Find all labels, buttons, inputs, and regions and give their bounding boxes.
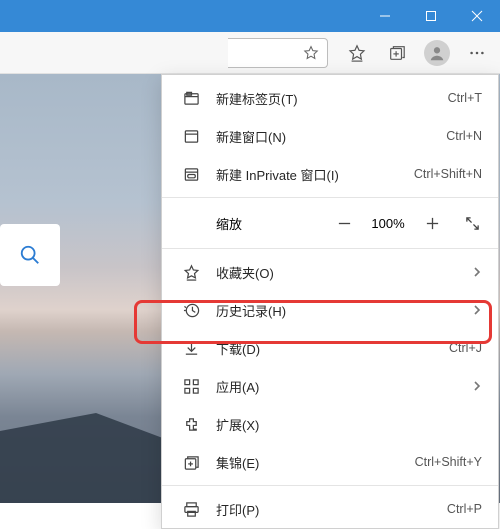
menu-label: 扩展(X) (216, 415, 482, 434)
zoom-out-button[interactable] (324, 204, 364, 242)
app-menu: 新建标签页(T) Ctrl+T 新建窗口(N) Ctrl+N 新建 InPriv… (161, 74, 499, 529)
menu-new-tab[interactable]: 新建标签页(T) Ctrl+T (162, 79, 498, 117)
window-minimize-button[interactable] (362, 0, 408, 32)
search-card[interactable] (0, 224, 60, 286)
chevron-right-icon (468, 265, 482, 280)
minimize-icon (379, 10, 391, 22)
menu-new-window[interactable]: 新建窗口(N) Ctrl+N (162, 117, 498, 155)
search-icon (19, 244, 41, 266)
menu-separator (162, 248, 498, 249)
menu-separator (162, 197, 498, 198)
plus-icon (425, 216, 440, 231)
window-maximize-button[interactable] (408, 0, 454, 32)
menu-label: 收藏夹(O) (216, 263, 468, 282)
menu-collections[interactable]: 集锦(E) Ctrl+Shift+Y (162, 443, 498, 481)
menu-zoom-row: 缩放 100% (162, 202, 498, 244)
browser-toolbar (0, 32, 500, 74)
download-icon (180, 340, 202, 357)
settings-more-button[interactable] (458, 36, 496, 70)
menu-label: 新建标签页(T) (216, 89, 448, 108)
print-icon (180, 501, 202, 518)
collections-icon (180, 454, 202, 471)
menu-separator (162, 485, 498, 486)
minus-icon (337, 216, 352, 231)
menu-shortcut: Ctrl+P (447, 502, 482, 516)
chevron-right-icon (468, 303, 482, 318)
star-list-icon (180, 264, 202, 281)
fullscreen-button[interactable] (452, 204, 492, 242)
menu-label: 应用(A) (216, 377, 468, 396)
ellipsis-icon (468, 44, 486, 62)
zoom-in-button[interactable] (412, 204, 452, 242)
new-tab-icon (180, 90, 202, 107)
inprivate-icon (180, 166, 202, 183)
zoom-label: 缩放 (216, 214, 324, 233)
maximize-icon (425, 10, 437, 22)
menu-label: 打印(P) (216, 500, 447, 519)
chevron-right-icon (468, 379, 482, 394)
apps-icon (180, 378, 202, 395)
menu-print[interactable]: 打印(P) Ctrl+P (162, 490, 498, 528)
menu-apps[interactable]: 应用(A) (162, 367, 498, 405)
menu-label: 新建窗口(N) (216, 127, 446, 146)
menu-history[interactable]: 历史记录(H) (162, 291, 498, 329)
address-bar[interactable] (228, 38, 328, 68)
zoom-value: 100% (364, 216, 412, 231)
menu-shortcut: Ctrl+Shift+Y (415, 455, 482, 469)
favorites-bar-button[interactable] (338, 36, 376, 70)
menu-downloads[interactable]: 下载(D) Ctrl+J (162, 329, 498, 367)
profile-avatar-button[interactable] (424, 40, 450, 66)
menu-shortcut: Ctrl+J (449, 341, 482, 355)
collections-icon (388, 44, 406, 62)
history-icon (180, 302, 202, 319)
star-list-icon (348, 44, 366, 62)
window-titlebar (0, 0, 500, 32)
menu-extensions[interactable]: 扩展(X) (162, 405, 498, 443)
menu-label: 历史记录(H) (216, 301, 468, 320)
menu-favorites[interactable]: 收藏夹(O) (162, 253, 498, 291)
extensions-icon (180, 416, 202, 433)
collections-button[interactable] (378, 36, 416, 70)
close-icon (471, 10, 483, 22)
person-icon (428, 44, 446, 62)
menu-label: 下载(D) (216, 339, 449, 358)
star-outline-icon[interactable] (303, 45, 319, 61)
menu-new-inprivate[interactable]: 新建 InPrivate 窗口(I) Ctrl+Shift+N (162, 155, 498, 193)
new-window-icon (180, 128, 202, 145)
fullscreen-icon (465, 216, 480, 231)
menu-shortcut: Ctrl+N (446, 129, 482, 143)
menu-label: 新建 InPrivate 窗口(I) (216, 165, 414, 184)
menu-label: 集锦(E) (216, 453, 415, 472)
window-close-button[interactable] (454, 0, 500, 32)
menu-shortcut: Ctrl+Shift+N (414, 167, 482, 181)
menu-shortcut: Ctrl+T (448, 91, 482, 105)
